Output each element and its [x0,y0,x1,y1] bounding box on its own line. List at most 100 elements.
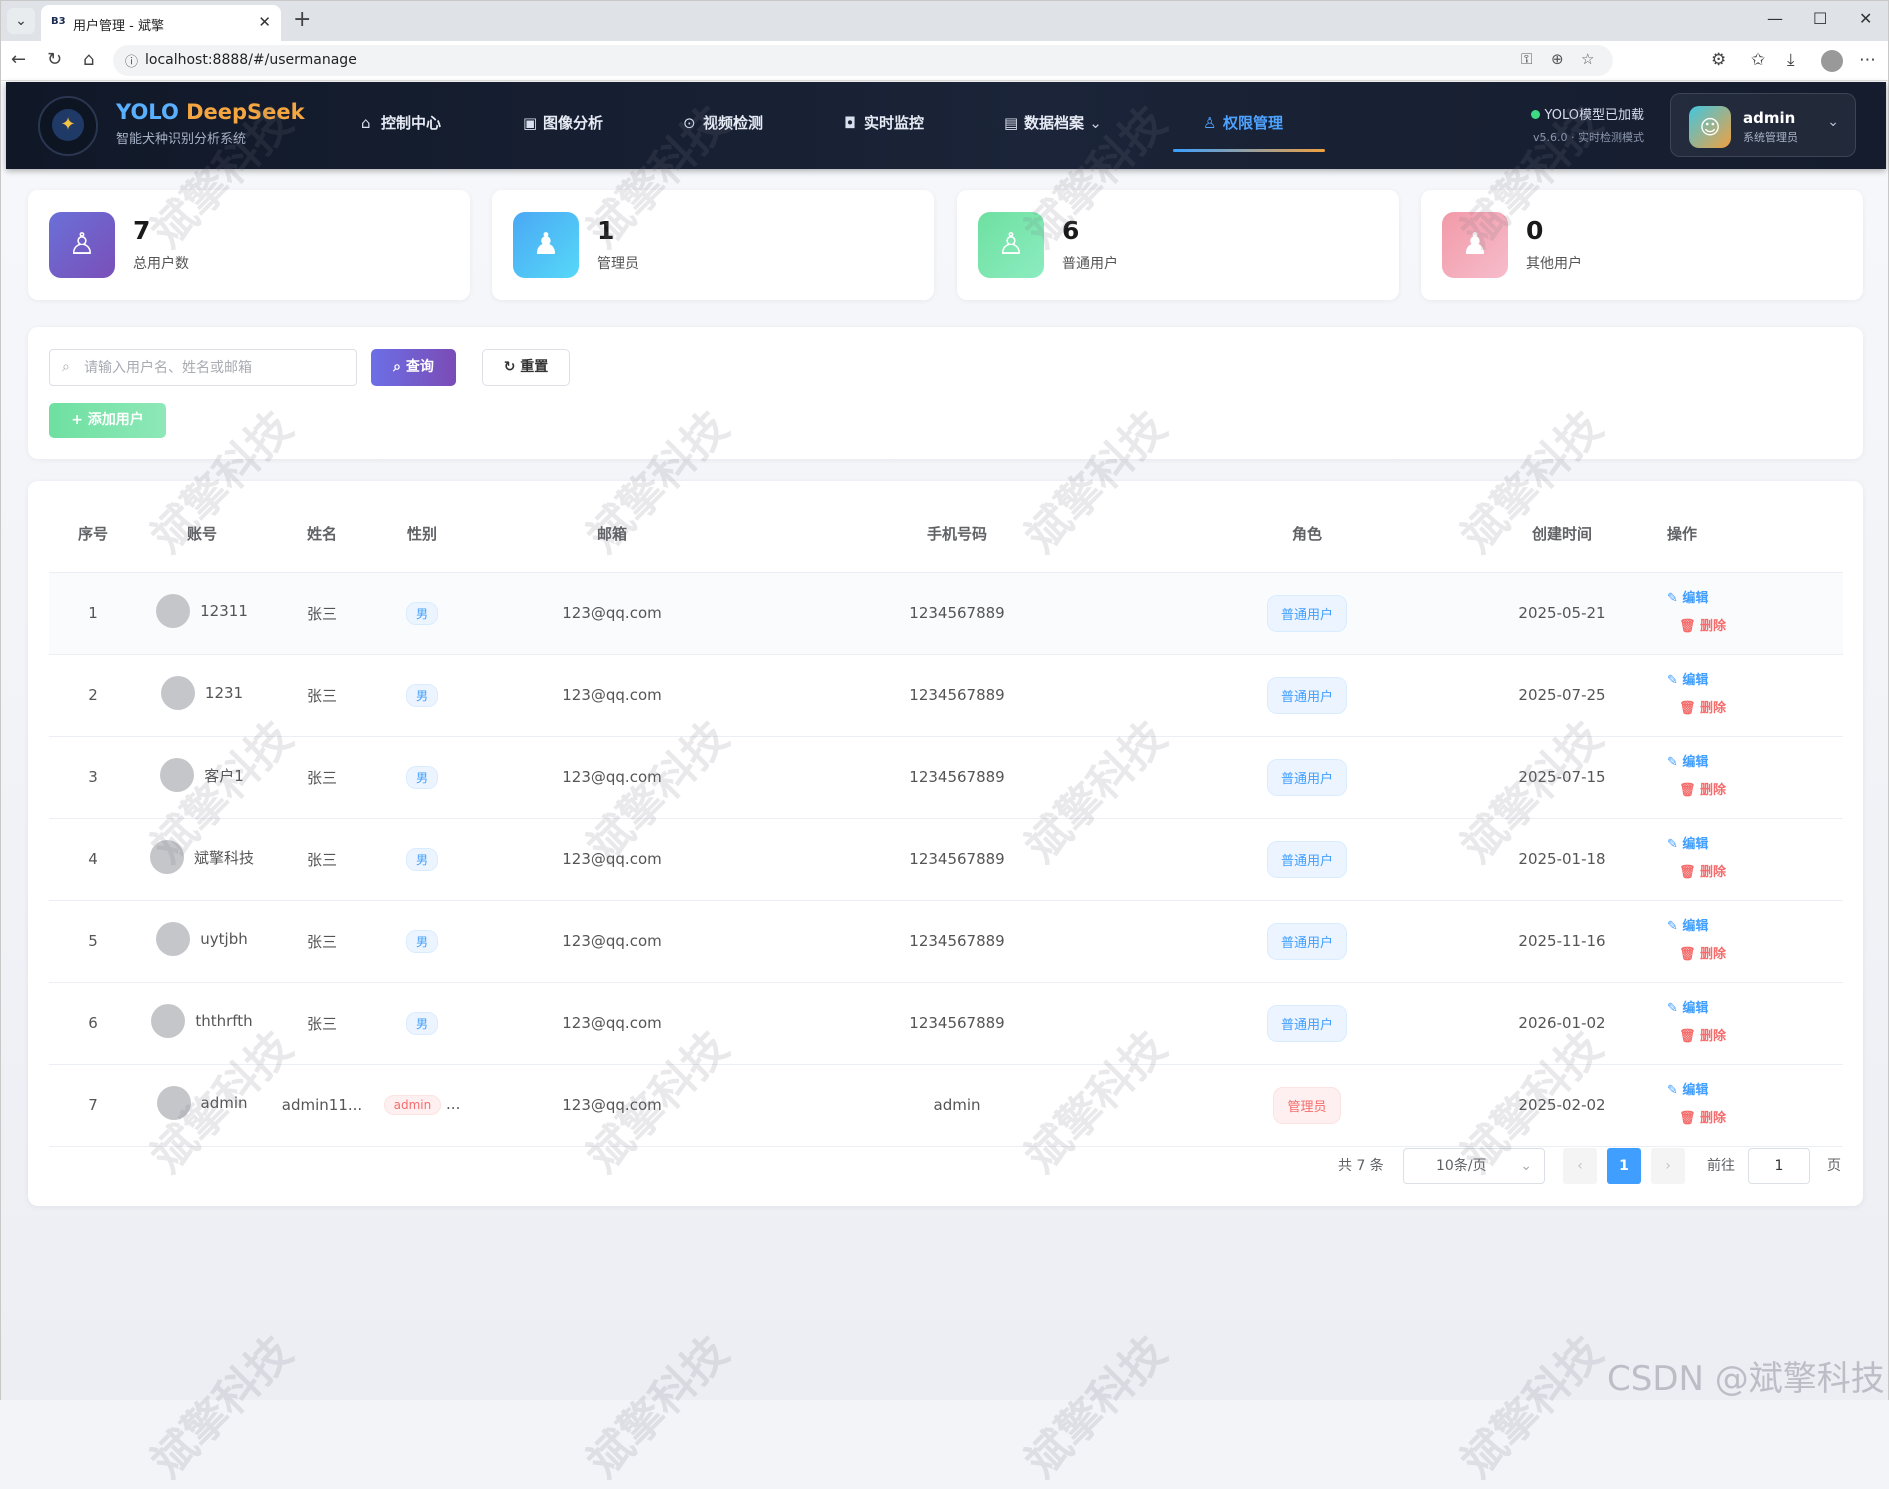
favorite-star-icon[interactable]: ☆ [1581,50,1594,68]
cell-phone: 1234567889 [757,654,1157,737]
url-field[interactable]: ⓘ localhost:8888/#/usermanage ⚿ ⊕ ☆ [113,45,1613,76]
reload-icon[interactable]: ↻ [47,49,62,70]
delete-button[interactable]: 🗑 删除 [1667,695,1726,723]
favicon-icon: B3 [51,16,66,27]
nav-dashboard[interactable]: ⌂ 控制中心 [361,112,441,140]
cell-email: 123@qq.com [467,736,757,819]
nav-realtime-monitor[interactable]: ◘ 实时监控 [844,112,924,140]
next-page-button[interactable]: › [1651,1148,1685,1184]
nav-image-analysis[interactable]: ▣ 图像分析 [523,112,603,140]
zoom-icon[interactable]: ⊕ [1551,50,1564,68]
window-close-icon[interactable]: ✕ [1859,9,1872,28]
delete-button[interactable]: 🗑 删除 [1667,1023,1726,1051]
prev-page-button[interactable]: ‹ [1563,1148,1597,1184]
watermark: 斌擎科技 [141,1326,303,1488]
browser-tab[interactable]: B3 用户管理 - 斌擎 ✕ [41,5,281,41]
delete-label: 删除 [1700,783,1727,798]
delete-button[interactable]: 🗑 删除 [1667,777,1726,805]
maximize-icon[interactable]: ☐ [1813,9,1827,28]
cell-index: 7 [49,1064,137,1147]
account-text: uytjbh [200,930,248,948]
avatar [156,1086,191,1120]
edit-button[interactable]: ✎ 编辑 [1667,995,1726,1023]
edit-label: 编辑 [1682,591,1709,606]
user-table: 序号 账号 姓名 性别 邮箱 手机号码 角色 创建时间 操作 1 12311 张三男… [49,496,1843,1147]
cell-account: ththrfth [137,982,267,1065]
tab-close-icon[interactable]: ✕ [258,13,271,31]
trash-icon: 🗑 [1679,865,1701,880]
goto-page-input[interactable]: 1 [1748,1148,1810,1184]
edit-button[interactable]: ✎ 编辑 [1667,749,1726,777]
logo[interactable]: ✦ [38,96,98,156]
brand-name-deepseek: DeepSeek [186,100,305,124]
table-row: 6 ththrfth 张三 男 123@qq.com 1234567889 普通用户 2026… [49,982,1843,1065]
edit-label: 编辑 [1682,755,1709,770]
delete-label: 删除 [1700,865,1727,880]
delete-button[interactable]: 🗑 删除 [1667,613,1726,641]
delete-button[interactable]: 🗑 删除 [1667,941,1726,969]
table-header-row: 序号 账号 姓名 性别 邮箱 手机号码 角色 创建时间 操作 [49,496,1843,573]
avatar [160,758,195,792]
minimize-icon[interactable]: — [1767,9,1783,28]
edit-button[interactable]: ✎ 编辑 [1667,831,1726,859]
search-input[interactable] [84,356,344,380]
home-icon[interactable]: ⌂ [83,49,94,70]
gender-extra: ... [446,1095,461,1113]
stat-card-normal: ♙ 6 普通用户 [957,190,1399,300]
edit-button[interactable]: ✎ 编辑 [1667,1077,1726,1105]
gender-tag: 男 [405,1011,438,1035]
account-text: admin [200,1094,248,1112]
add-user-button[interactable]: + 添加用户 [49,403,166,438]
nav-permission[interactable]: ♙ 权限管理 [1203,112,1283,140]
page-size-select[interactable]: 10条/页 ⌄ [1403,1148,1545,1184]
users-icon: ♙ [49,212,115,278]
more-menu-icon[interactable]: ⋯ [1859,50,1876,70]
user-menu[interactable]: ☺ admin 系统管理员 ⌄ [1670,93,1856,157]
extensions-icon[interactable]: ⚙ [1711,50,1726,70]
delete-button[interactable]: 🗑 删除 [1667,1105,1726,1133]
password-key-icon[interactable]: ⚿ [1521,50,1532,68]
account-text: 12311 [200,602,248,620]
stat-card-admin: ♟ 1 管理员 [492,190,934,300]
favorites-icon[interactable]: ✩ [1751,50,1765,70]
page-number-current[interactable]: 1 [1607,1148,1641,1184]
nav-data-archive[interactable]: ▤ 数据档案 ⌄ [1004,112,1102,140]
downloads-icon[interactable]: ⤓ [1787,50,1795,70]
search-field[interactable]: ⌕ [49,349,357,386]
new-tab-icon[interactable]: + [293,7,311,32]
tab-list-button[interactable]: ⌄ [7,8,35,34]
edit-icon: ✎ [1667,673,1683,688]
status-text: YOLO模型已加载 [1544,108,1644,123]
reset-button[interactable]: ↻ 重置 [482,349,570,386]
back-icon[interactable]: ← [11,49,26,70]
edit-button[interactable]: ✎ 编辑 [1667,585,1726,613]
gender-tag: 男 [405,847,438,871]
account-text: 1231 [204,684,244,702]
cell-created: 2026-01-02 [1457,982,1667,1065]
cell-account: uytjbh [137,900,267,983]
delete-label: 删除 [1700,619,1727,634]
cell-role: 普通用户 [1157,900,1457,983]
refresh-icon: ↻ [503,359,521,375]
nav-video-detection[interactable]: ⊙ 视频检测 [683,112,763,140]
cell-created: 2025-11-16 [1457,900,1667,983]
table-row: 3 客户1 张三 男 123@qq.com 1234567889 普通用户 2025-07-1… [49,736,1843,819]
camera-icon: ◘ [844,114,856,132]
site-info-icon[interactable]: ⓘ [125,51,138,70]
cell-phone: 1234567889 [757,736,1157,819]
delete-button[interactable]: 🗑 删除 [1667,859,1726,887]
cell-gender: 男 [377,900,467,983]
edit-button[interactable]: ✎ 编辑 [1667,667,1726,695]
cell-actions: ✎ 编辑 🗑 删除 [1667,1064,1843,1147]
cell-account: 1231 [137,654,267,737]
other-user-icon: ♟ [1442,212,1508,278]
query-button[interactable]: ⌕ 查询 [371,349,456,386]
edit-button[interactable]: ✎ 编辑 [1667,913,1726,941]
image-icon: ▣ [523,114,538,132]
trash-icon: 🗑 [1679,1111,1701,1126]
dog-logo-icon: ✦ [52,109,84,141]
search-icon: ⌕ [393,359,406,375]
watermark: 斌擎科技 [1015,1326,1177,1488]
profile-avatar[interactable] [1821,50,1843,72]
add-user-label: 添加用户 [87,412,144,428]
